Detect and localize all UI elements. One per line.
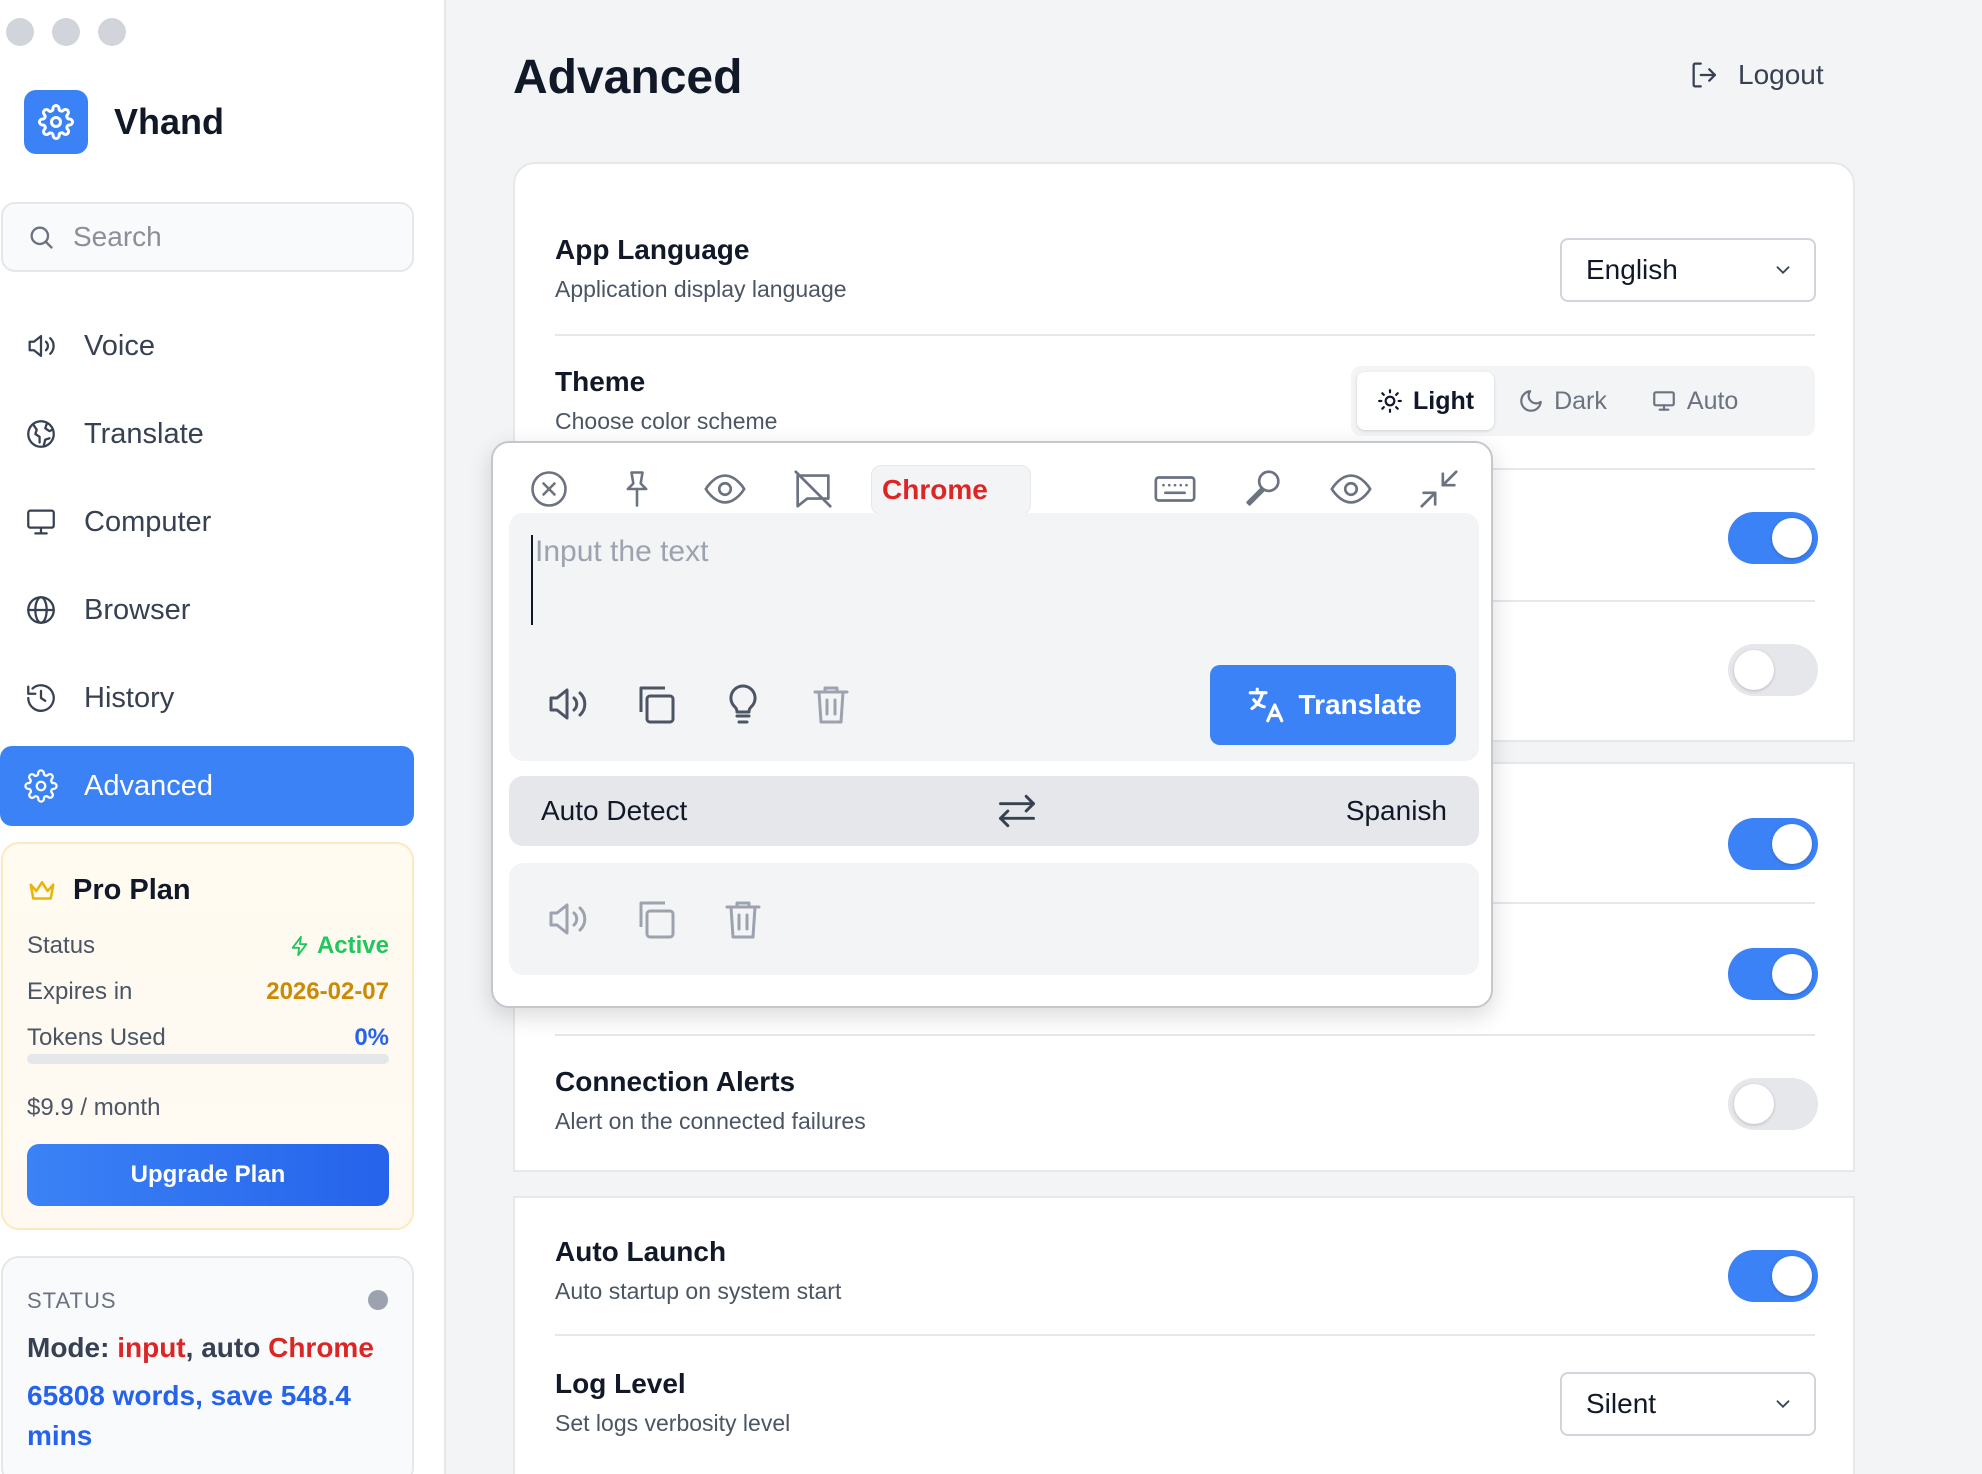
- speaker-icon: [24, 329, 58, 363]
- sidebar-item-advanced[interactable]: Advanced: [0, 746, 414, 826]
- chevron-down-icon: [1772, 259, 1794, 281]
- theme-segmented-control: Light Dark Auto: [1351, 366, 1815, 436]
- setting-auto-launch: Auto Launch Auto startup on system start: [555, 1236, 842, 1304]
- eye-icon[interactable]: [1327, 465, 1375, 513]
- plan-status-row: Status Active: [27, 932, 389, 960]
- plan-status-badge: Active: [289, 932, 389, 960]
- trash-icon[interactable]: [717, 893, 769, 945]
- app-name: Vhand: [114, 101, 225, 142]
- logout-icon: [1688, 58, 1722, 92]
- lightbulb-icon[interactable]: [717, 678, 769, 730]
- logout-button[interactable]: Logout: [1688, 58, 1824, 92]
- log-level-select[interactable]: Silent: [1560, 1372, 1816, 1436]
- plan-tokens-row: Tokens Used 0%: [27, 1024, 389, 1051]
- history-icon: [24, 681, 58, 715]
- microphone-icon[interactable]: [1239, 465, 1287, 513]
- toggle-switch[interactable]: [1728, 644, 1818, 696]
- copy-icon[interactable]: [629, 678, 681, 730]
- sidebar-item-label: Translate: [84, 417, 204, 450]
- pro-plan-title: Pro Plan: [27, 874, 191, 907]
- status-indicator-dot: [368, 1290, 388, 1310]
- settings-card-system: Auto Launch Auto startup on system start…: [513, 1196, 1855, 1474]
- status-card: STATUS Mode: input, auto Chrome 65808 wo…: [1, 1256, 414, 1474]
- search-icon: [27, 223, 55, 251]
- auto-launch-toggle[interactable]: [1728, 1250, 1818, 1302]
- theme-option-auto[interactable]: Auto: [1631, 372, 1758, 430]
- pro-plan-card: Pro Plan Status Active Expires in 2026-0…: [1, 842, 414, 1230]
- keyboard-icon[interactable]: [1151, 465, 1199, 513]
- sidebar-item-label: Computer: [84, 505, 212, 538]
- sidebar-item-voice[interactable]: Voice: [0, 306, 414, 386]
- plan-expires-row: Expires in 2026-02-07: [27, 978, 389, 1005]
- lightning-icon: [289, 935, 311, 957]
- brand: Vhand: [24, 90, 224, 154]
- minimize-arrows-icon[interactable]: [1415, 465, 1463, 513]
- close-window-button[interactable]: [6, 18, 34, 46]
- toggle-switch[interactable]: [1728, 818, 1818, 870]
- sidebar: Vhand Voice Translate Computer Browser H…: [0, 0, 446, 1474]
- theme-option-dark[interactable]: Dark: [1498, 372, 1627, 430]
- sidebar-item-translate[interactable]: Translate: [0, 394, 414, 474]
- status-mode-line: Mode: input, auto Chrome: [27, 1332, 374, 1363]
- translate-popup: Chrome Translate Auto Detect Spanish: [491, 441, 1493, 1008]
- toggle-switch[interactable]: [1728, 512, 1818, 564]
- globe-icon: [24, 593, 58, 627]
- translate-icon: [1245, 684, 1287, 726]
- divider: [555, 1034, 1815, 1036]
- close-circle-icon[interactable]: [525, 465, 573, 513]
- chevron-down-icon: [1772, 1393, 1794, 1415]
- theme-option-light[interactable]: Light: [1357, 372, 1495, 430]
- popup-toolbar: Chrome: [493, 455, 1491, 519]
- page-title: Advanced: [513, 51, 743, 104]
- language-selector-bar: Auto Detect Spanish: [509, 776, 1479, 846]
- sidebar-item-computer[interactable]: Computer: [0, 482, 414, 562]
- app-tag: Chrome: [871, 465, 1031, 515]
- target-language[interactable]: Spanish: [1346, 795, 1447, 827]
- sidebar-item-browser[interactable]: Browser: [0, 570, 414, 650]
- plan-price: $9.9 / month: [27, 1094, 161, 1121]
- sidebar-item-label: Browser: [84, 593, 191, 626]
- tokens-progress-bar: [27, 1054, 389, 1064]
- search-box[interactable]: [1, 202, 414, 272]
- app-logo-gear-icon: [24, 90, 88, 154]
- trash-icon[interactable]: [805, 678, 857, 730]
- copy-icon[interactable]: [629, 893, 681, 945]
- moon-icon: [1518, 388, 1544, 414]
- divider: [555, 334, 1815, 336]
- eye-icon[interactable]: [701, 465, 749, 513]
- crown-icon: [27, 876, 57, 906]
- connection-alerts-toggle[interactable]: [1728, 1078, 1818, 1130]
- source-text-input[interactable]: [531, 535, 1431, 625]
- upgrade-plan-button[interactable]: Upgrade Plan: [27, 1144, 389, 1206]
- globe-pencil-icon: [24, 417, 58, 451]
- source-text-area: Translate: [509, 513, 1479, 761]
- app-language-select[interactable]: English: [1560, 238, 1816, 302]
- speaker-icon[interactable]: [541, 678, 593, 730]
- speaker-icon[interactable]: [541, 893, 593, 945]
- maximize-window-button[interactable]: [98, 18, 126, 46]
- sidebar-item-history[interactable]: History: [0, 658, 414, 738]
- status-label: STATUS: [27, 1288, 117, 1313]
- search-input[interactable]: [73, 221, 393, 253]
- sidebar-item-label: Advanced: [84, 769, 213, 802]
- toggle-switch[interactable]: [1728, 948, 1818, 1000]
- gear-icon: [24, 769, 58, 803]
- no-message-icon[interactable]: [789, 465, 837, 513]
- sidebar-item-label: History: [84, 681, 175, 714]
- window-controls: [6, 18, 126, 46]
- monitor-icon: [24, 505, 58, 539]
- sun-icon: [1377, 388, 1403, 414]
- swap-languages-icon[interactable]: [995, 789, 1039, 833]
- setting-connection-alerts: Connection Alerts Alert on the connected…: [555, 1066, 866, 1134]
- sidebar-item-label: Voice: [84, 329, 155, 362]
- pin-icon[interactable]: [613, 465, 661, 513]
- source-language[interactable]: Auto Detect: [541, 795, 687, 827]
- monitor-icon: [1651, 388, 1677, 414]
- divider: [555, 1334, 1815, 1336]
- minimize-window-button[interactable]: [52, 18, 80, 46]
- translation-output-area: [509, 863, 1479, 975]
- translate-button[interactable]: Translate: [1210, 665, 1456, 745]
- status-stats: 65808 words, save 548.4 mins: [27, 1380, 351, 1451]
